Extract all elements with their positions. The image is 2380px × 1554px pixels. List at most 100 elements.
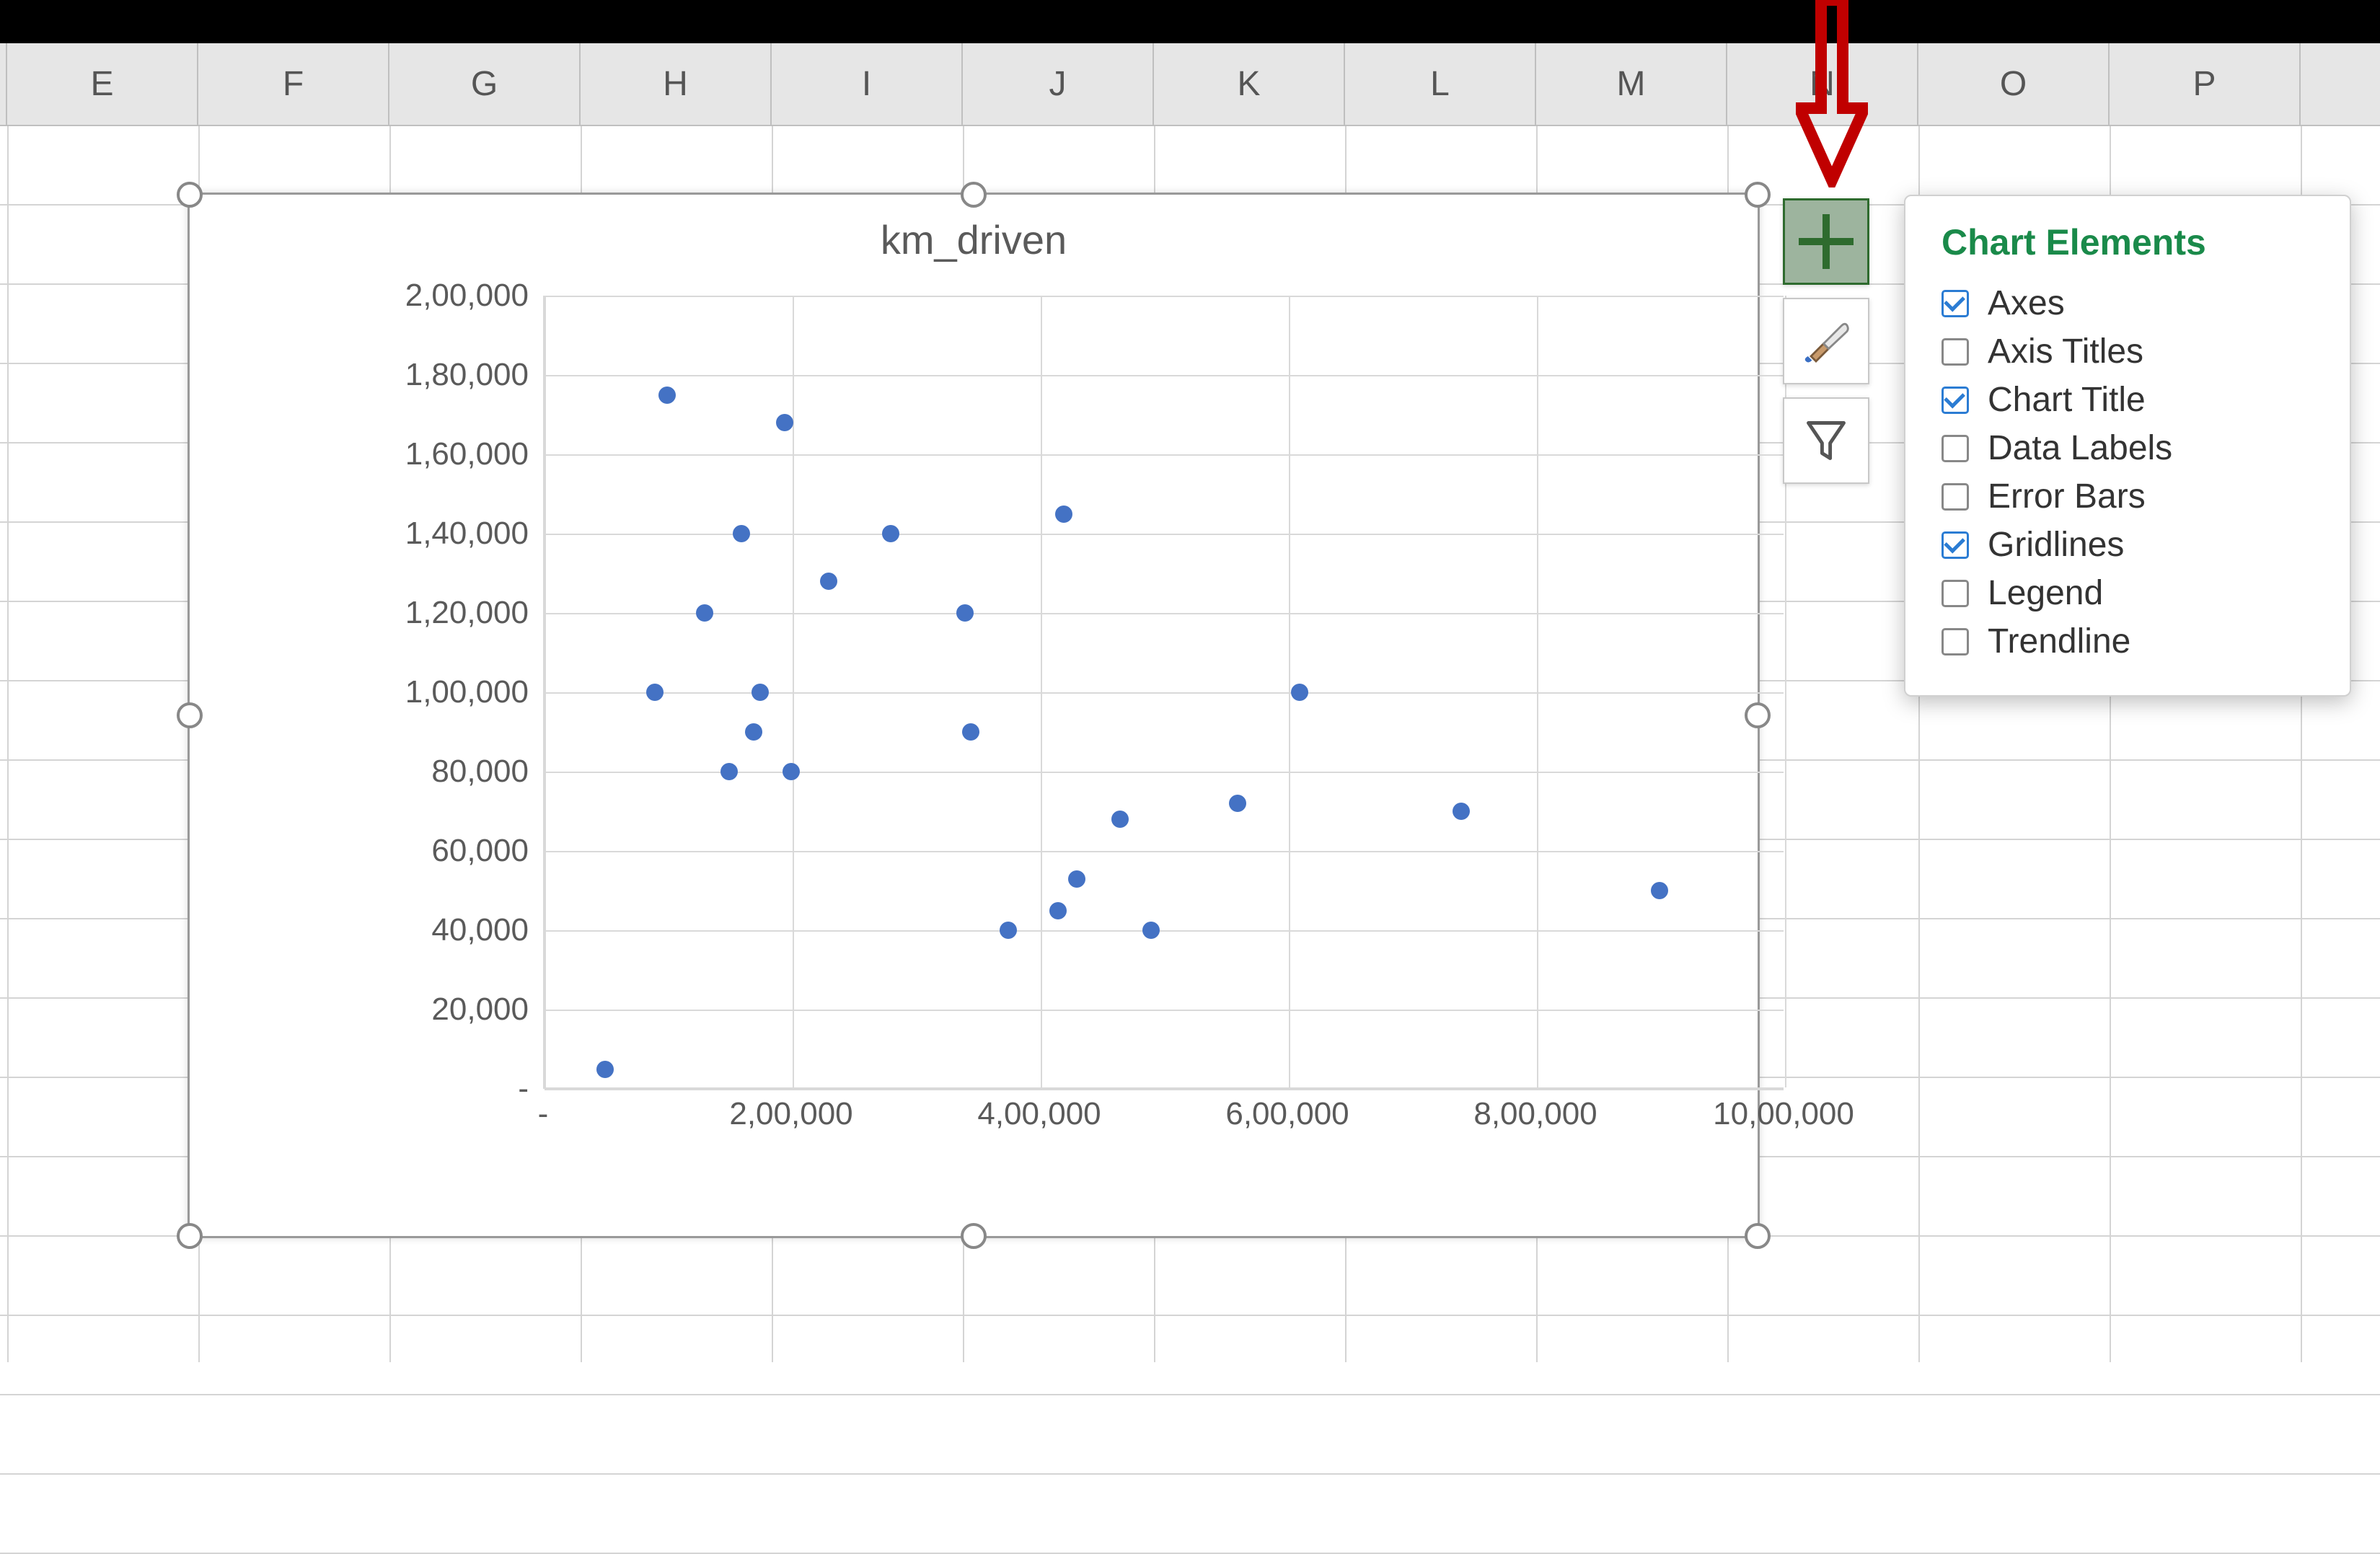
flyout-title: Chart Elements [1942,221,2321,263]
plus-icon [1799,238,1854,245]
chart-elements-flyout: Chart Elements Axes Axis Titles Chart Titl… [1904,195,2351,697]
column-header[interactable]: P [2110,43,2301,125]
data-point[interactable] [596,1061,614,1078]
data-point[interactable] [882,525,899,542]
option-label: Data Labels [1988,428,2172,468]
y-axis-tick-label: 1,40,000 [392,516,529,552]
data-point[interactable] [956,604,974,622]
column-header[interactable]: N [1727,43,1918,125]
checkbox[interactable] [1942,531,1969,559]
y-axis-tick-label: 1,80,000 [392,357,529,393]
checkbox[interactable] [1942,580,1969,607]
y-axis-tick-label: 40,000 [392,912,529,948]
x-axis-tick-label: 10,00,000 [1713,1096,1854,1132]
resize-handle[interactable] [1745,182,1771,208]
y-axis-tick-label: 1,00,000 [392,674,529,710]
data-point[interactable] [820,573,837,590]
resize-handle[interactable] [1745,702,1771,728]
chart-elements-option[interactable]: Trendline [1942,622,2321,661]
data-point[interactable] [745,723,762,741]
option-label: Error Bars [1988,477,2146,516]
checkbox[interactable] [1942,387,1969,414]
embedded-chart[interactable]: km_driven - 20,000 40,000 60,000 80,000 1,00,… [188,193,1760,1238]
data-point[interactable] [696,604,713,622]
option-label: Axes [1988,283,2065,323]
data-point[interactable] [1453,803,1470,820]
column-header[interactable]: O [1918,43,2110,125]
y-axis-tick-label: - [392,1071,529,1107]
option-label: Gridlines [1988,525,2124,565]
y-axis-tick-label: 1,20,000 [392,595,529,631]
column-header[interactable]: K [1154,43,1345,125]
chart-elements-option[interactable]: Gridlines [1942,525,2321,565]
data-point[interactable] [1000,922,1017,939]
option-label: Legend [1988,573,2103,613]
x-axis-tick-label: 4,00,000 [977,1096,1101,1132]
data-point[interactable] [1142,922,1160,939]
x-axis-tick-label: 8,00,000 [1473,1096,1597,1132]
data-point[interactable] [1291,684,1308,701]
x-axis-tick-label: - [538,1096,549,1132]
option-label: Axis Titles [1988,332,2143,371]
column-header[interactable]: J [963,43,1154,125]
resize-handle[interactable] [177,702,203,728]
data-point[interactable] [752,684,769,701]
x-axis-tick-label: 6,00,000 [1225,1096,1349,1132]
resize-handle[interactable] [961,182,987,208]
x-axis-tick-label: 2,00,000 [729,1096,852,1132]
data-point[interactable] [658,387,676,404]
window-top-bar [0,0,2380,43]
y-axis-tick-label: 1,60,000 [392,436,529,472]
column-headers: EFGHIJKLMNOP [0,43,2380,126]
plot-area[interactable]: - 20,000 40,000 60,000 80,000 1,00,000 1,20,00… [392,296,1747,1111]
chart-elements-option[interactable]: Legend [1942,573,2321,613]
data-point[interactable] [733,525,750,542]
chart-filter-button[interactable] [1783,397,1869,484]
brush-icon [1801,316,1851,366]
checkbox[interactable] [1942,435,1969,462]
funnel-icon [1801,415,1851,466]
resize-handle[interactable] [177,1223,203,1249]
data-point[interactable] [1049,902,1067,919]
column-header[interactable]: G [389,43,581,125]
column-header[interactable]: M [1536,43,1727,125]
checkbox[interactable] [1942,628,1969,655]
data-point[interactable] [783,763,800,780]
y-axis-tick-label: 60,000 [392,833,529,869]
data-point[interactable] [1229,795,1246,812]
column-header[interactable]: L [1345,43,1536,125]
column-header[interactable]: I [772,43,963,125]
chart-side-buttons [1783,198,1869,484]
checkbox[interactable] [1942,483,1969,511]
data-point[interactable] [776,414,793,431]
chart-elements-option[interactable]: Axes [1942,283,2321,323]
chart-elements-option[interactable]: Error Bars [1942,477,2321,516]
column-header[interactable]: E [7,43,198,125]
column-header[interactable]: F [198,43,389,125]
resize-handle[interactable] [177,182,203,208]
option-label: Chart Title [1988,380,2146,420]
y-axis-tick-label: 20,000 [392,992,529,1028]
resize-handle[interactable] [961,1223,987,1249]
chart-title[interactable]: km_driven [190,216,1758,263]
data-point[interactable] [1055,506,1072,523]
checkbox[interactable] [1942,338,1969,366]
data-point[interactable] [646,684,664,701]
plot-background [543,296,1784,1089]
data-point[interactable] [1111,811,1129,828]
data-point[interactable] [1651,882,1668,899]
y-axis-tick-label: 2,00,000 [392,278,529,314]
data-point[interactable] [962,723,979,741]
resize-handle[interactable] [1745,1223,1771,1249]
column-header[interactable]: H [581,43,772,125]
chart-elements-option[interactable]: Data Labels [1942,428,2321,468]
data-point[interactable] [1068,870,1085,888]
chart-elements-button[interactable] [1783,198,1869,285]
y-axis-tick-label: 80,000 [392,754,529,790]
chart-elements-option[interactable]: Axis Titles [1942,332,2321,371]
option-label: Trendline [1988,622,2130,661]
chart-styles-button[interactable] [1783,298,1869,384]
checkbox[interactable] [1942,290,1969,317]
data-point[interactable] [720,763,738,780]
chart-elements-option[interactable]: Chart Title [1942,380,2321,420]
